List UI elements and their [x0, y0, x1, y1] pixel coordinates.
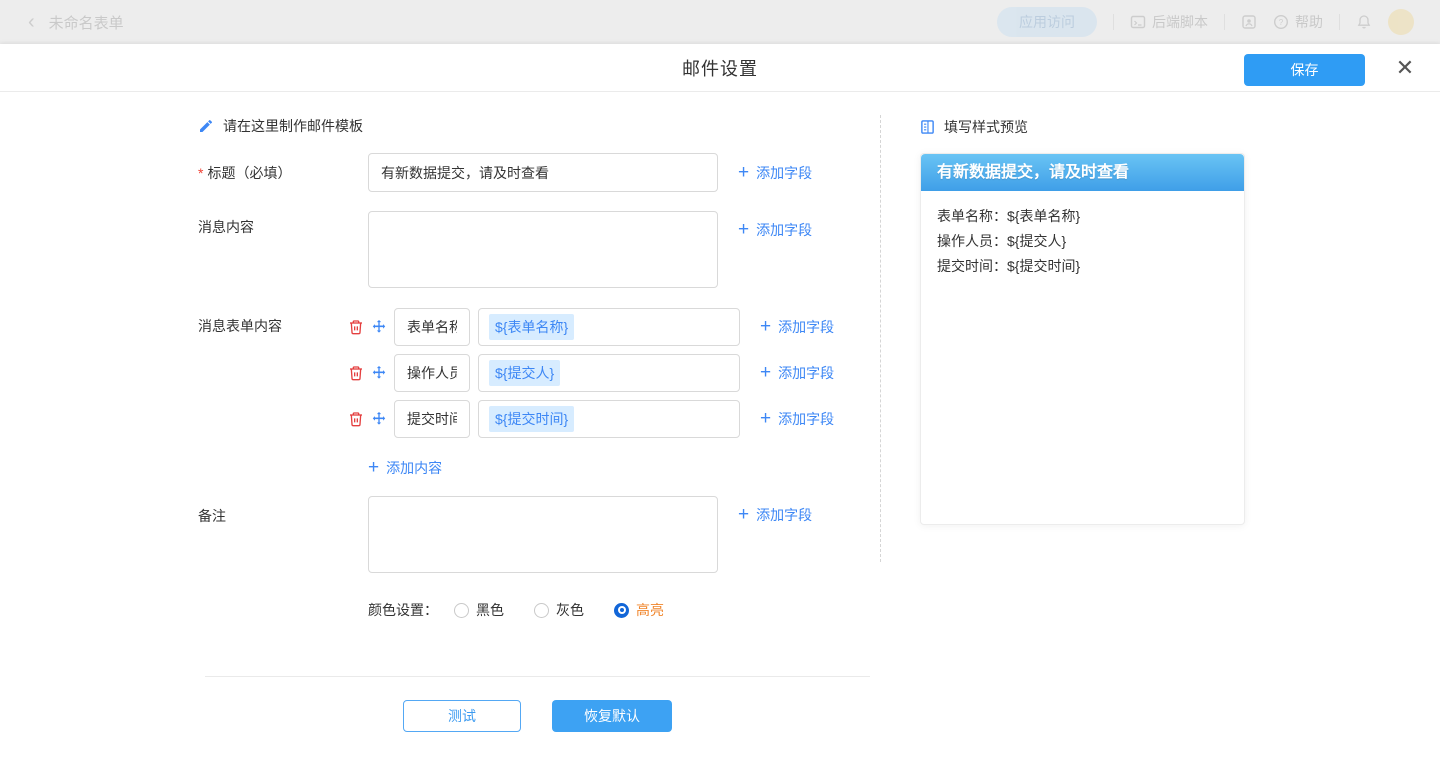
template-hint: 请在这里制作邮件模板 [198, 116, 363, 136]
pencil-icon [198, 118, 214, 134]
message-textarea[interactable] [368, 211, 718, 288]
row-token-input[interactable]: ${表单名称} [478, 308, 740, 346]
preview-card-header: 有新数据提交，请及时查看 [921, 154, 1244, 191]
radio-selected-icon[interactable] [614, 603, 629, 618]
row-name-input[interactable] [394, 354, 470, 392]
preview-line: 表单名称：${表单名称} [937, 204, 1228, 229]
test-button[interactable]: 测试 [403, 700, 521, 732]
help-button: ? 帮助 [1273, 12, 1323, 32]
color-setting-row: 颜色设置： 黑色 灰色 高亮 [368, 600, 694, 620]
move-icon[interactable] [371, 365, 387, 381]
radio-unselected-icon[interactable] [454, 603, 469, 618]
required-mark: * [198, 165, 203, 181]
title-field-label: *标题（必填） [198, 163, 291, 183]
background-topbar: ‹ 未命名表单 应用访问 后端脚本 ? 帮助 [0, 0, 1440, 44]
delete-icon[interactable] [348, 319, 364, 335]
form-title-label: 未命名表单 [49, 12, 124, 33]
template-hint-label: 请在这里制作邮件模板 [223, 116, 363, 136]
script-window-icon [1130, 14, 1146, 30]
row-token-input[interactable]: ${提交时间} [478, 400, 740, 438]
row-name-input[interactable] [394, 400, 470, 438]
plus-icon: + [738, 221, 749, 239]
plus-icon: + [760, 410, 771, 428]
delete-icon[interactable] [348, 365, 364, 381]
modal-title: 邮件设置 [682, 55, 758, 81]
move-icon[interactable] [371, 411, 387, 427]
app-access-button: 应用访问 [997, 7, 1097, 37]
title-add-field-link[interactable]: + 添加字段 [738, 163, 812, 183]
radio-unselected-icon[interactable] [534, 603, 549, 618]
row-add-field-link[interactable]: + 添加字段 [760, 363, 834, 383]
bell-icon [1356, 14, 1372, 30]
document-icon [920, 119, 935, 135]
form-content-row: ${提交人} + 添加字段 [0, 354, 880, 392]
row-add-field-link[interactable]: + 添加字段 [760, 317, 834, 337]
remark-textarea[interactable] [368, 496, 718, 573]
email-settings-modal: 邮件设置 保存 ✕ 请在这里制作邮件模板 *标题（必填） + 添加字段 消息内容… [0, 44, 1440, 757]
message-field-label: 消息内容 [198, 217, 254, 237]
plus-icon: + [738, 164, 749, 182]
plus-icon: + [368, 459, 379, 477]
restore-default-button[interactable]: 恢复默认 [552, 700, 672, 732]
footer-divider [205, 676, 870, 677]
avatar [1388, 9, 1414, 35]
vertical-dashed-divider [880, 115, 881, 562]
field-token: ${提交人} [489, 360, 560, 386]
preview-line: 提交时间：${提交时间} [937, 254, 1228, 279]
preview-section-title: 填写样式预览 [920, 117, 1028, 137]
backend-script-button: 后端脚本 [1130, 12, 1208, 32]
color-option-highlight[interactable]: 高亮 [614, 600, 664, 620]
delete-icon[interactable] [348, 411, 364, 427]
help-icon: ? [1273, 14, 1289, 30]
field-token: ${表单名称} [489, 314, 574, 340]
plus-icon: + [760, 318, 771, 336]
divider [1339, 14, 1340, 30]
move-icon[interactable] [371, 319, 387, 335]
remark-add-field-link[interactable]: + 添加字段 [738, 505, 812, 525]
preview-card-body: 表单名称：${表单名称} 操作人员：${提交人} 提交时间：${提交时间} [921, 191, 1244, 292]
back-chevron-icon: ‹ [28, 0, 35, 44]
form-content-row: ${提交时间} + 添加字段 [0, 400, 880, 438]
plus-icon: + [738, 506, 749, 524]
color-setting-label: 颜色设置： [368, 600, 438, 620]
color-option-black[interactable]: 黑色 [454, 600, 504, 620]
modal-header: 邮件设置 [0, 44, 1440, 92]
row-token-input[interactable]: ${提交人} [478, 354, 740, 392]
form-content-row: ${表单名称} + 添加字段 [0, 308, 880, 346]
divider [1224, 14, 1225, 30]
row-name-input[interactable] [394, 308, 470, 346]
color-option-gray[interactable]: 灰色 [534, 600, 584, 620]
svg-text:?: ? [1279, 18, 1284, 27]
title-input[interactable] [368, 153, 718, 192]
preview-card: 有新数据提交，请及时查看 表单名称：${表单名称} 操作人员：${提交人} 提交… [920, 153, 1245, 525]
divider [1113, 14, 1114, 30]
message-add-field-link[interactable]: + 添加字段 [738, 220, 812, 240]
close-icon[interactable]: ✕ [1390, 53, 1420, 83]
plus-icon: + [760, 364, 771, 382]
save-button[interactable]: 保存 [1244, 54, 1365, 86]
panel-icon [1241, 14, 1257, 30]
remark-field-label: 备注 [198, 506, 226, 526]
add-content-link[interactable]: + 添加内容 [368, 458, 442, 478]
preview-line: 操作人员：${提交人} [937, 229, 1228, 254]
row-add-field-link[interactable]: + 添加字段 [760, 409, 834, 429]
field-token: ${提交时间} [489, 406, 574, 432]
